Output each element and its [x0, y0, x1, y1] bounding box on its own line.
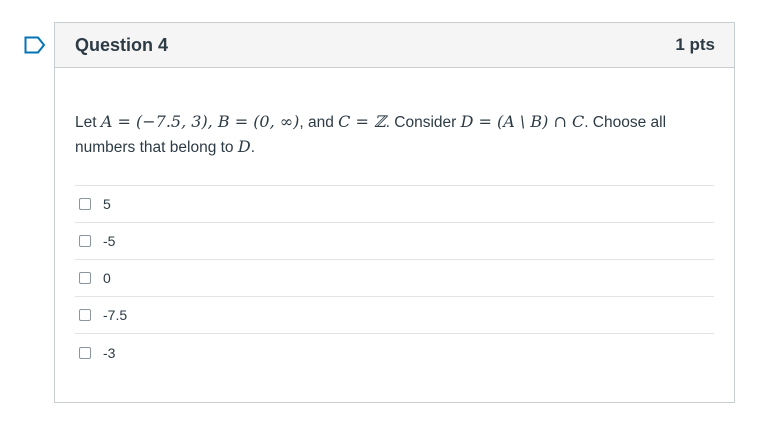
- math-sets-a-b: A = (−7.5, 3), B = (0, ∞): [100, 112, 300, 131]
- answer-label: -3: [103, 344, 116, 361]
- quiz-page: Question 4 1 pts Let A = (−7.5, 3), B = …: [0, 0, 778, 427]
- answer-label: 0: [103, 270, 111, 286]
- question-text-part: , and: [299, 114, 339, 131]
- answer-checkbox[interactable]: [79, 272, 91, 284]
- question-header: Question 4 1 pts: [55, 23, 734, 68]
- answer-checkbox[interactable]: [79, 346, 91, 359]
- answer-checkbox[interactable]: [79, 198, 91, 210]
- answer-option[interactable]: -3: [75, 334, 714, 371]
- math-d: D: [237, 137, 251, 156]
- answer-label: 5: [103, 196, 111, 212]
- question-text-part: Let: [75, 114, 101, 131]
- answer-checkbox[interactable]: [79, 235, 91, 247]
- math-set-c: C = ℤ: [338, 112, 386, 131]
- question-body: Let A = (−7.5, 3), B = (0, ∞), and C = ℤ…: [55, 68, 734, 371]
- answer-checkbox[interactable]: [79, 309, 91, 321]
- answer-option[interactable]: -5: [75, 223, 714, 260]
- math-set-d: D = (A \ B) ∩ C: [460, 112, 585, 131]
- answer-option[interactable]: 0: [75, 260, 714, 297]
- flag-question-icon[interactable]: [24, 36, 46, 54]
- question-title: Question 4: [75, 34, 169, 55]
- question-text-part: . Consider: [385, 114, 461, 131]
- answer-list: 5 -5 0 -7.5 -3: [75, 185, 714, 371]
- answer-label: -5: [103, 233, 116, 249]
- question-card: Question 4 1 pts Let A = (−7.5, 3), B = …: [54, 22, 735, 403]
- answer-label: -7.5: [103, 307, 128, 323]
- question-points: 1 pts: [675, 35, 715, 54]
- question-text-part: .: [250, 139, 255, 156]
- answer-option[interactable]: 5: [75, 186, 714, 223]
- question-text: Let A = (−7.5, 3), B = (0, ∞), and C = ℤ…: [75, 110, 714, 160]
- answer-option[interactable]: -7.5: [75, 297, 714, 334]
